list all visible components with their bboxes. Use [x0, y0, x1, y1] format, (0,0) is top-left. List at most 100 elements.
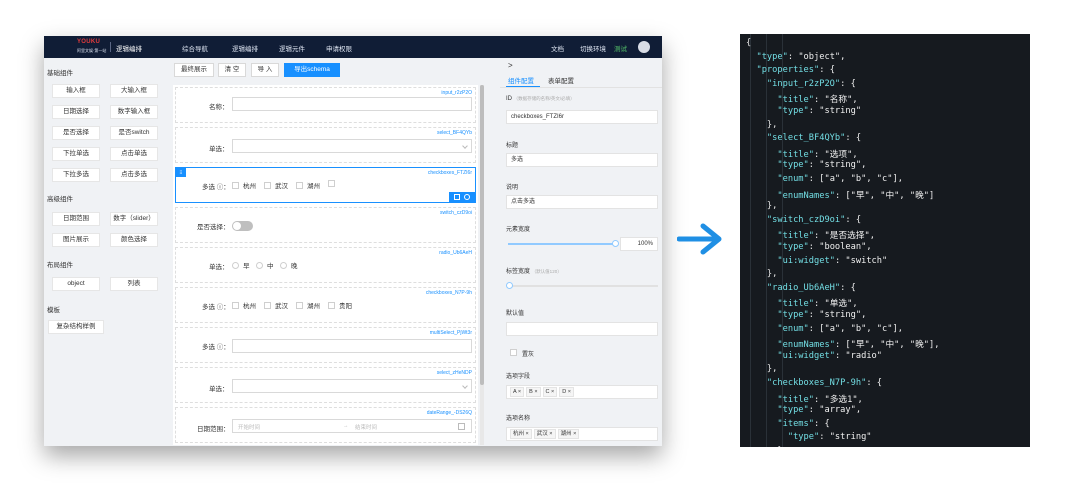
export-schema-button[interactable]: 导出schema	[284, 63, 340, 77]
component-item[interactable]: 数字输入框	[110, 105, 158, 119]
select-dropdown[interactable]	[232, 379, 472, 393]
logo-text: YOUKU	[77, 39, 101, 45]
nav-item-logic[interactable]: 逻辑编排	[232, 43, 258, 53]
radio-option[interactable]: 晚	[280, 260, 298, 270]
description-input[interactable]: 点击多选	[506, 195, 658, 209]
option-tag[interactable]: B ×	[526, 387, 541, 397]
width-value[interactable]: 100%	[620, 237, 658, 251]
nav-item-overview[interactable]: 综合导航	[182, 43, 208, 53]
tab-component-config[interactable]: 组件配置	[508, 75, 534, 85]
switch-toggle[interactable]	[232, 221, 253, 231]
docs-link[interactable]: 文档	[551, 43, 564, 53]
group-title-advanced: 高级组件	[47, 196, 73, 203]
option-tag[interactable]: D ×	[559, 387, 575, 397]
component-item[interactable]: 点击单选	[110, 147, 158, 161]
component-item[interactable]: 下拉单选	[52, 147, 100, 161]
title-label: 标题	[506, 143, 519, 149]
scrollbar-thumb[interactable]	[480, 85, 484, 385]
component-item[interactable]: 下拉多选	[52, 168, 100, 182]
component-item[interactable]: 列表	[110, 277, 158, 291]
tag-label: 武汉	[536, 431, 548, 437]
component-item[interactable]: 点击多选	[110, 168, 158, 182]
default-value-input[interactable]	[506, 322, 658, 336]
config-panel: > 组件配置 表单配置 ID （数据存储的名称/英文/必填） checkboxe…	[500, 58, 662, 446]
name-tag[interactable]: 湖州 ×	[557, 429, 580, 439]
nav-item-elements[interactable]: 逻辑元件	[279, 43, 305, 53]
label-width-slider-handle[interactable]	[506, 282, 513, 289]
component-item[interactable]: 输入框	[52, 84, 100, 98]
collapse-icon[interactable]: >	[508, 61, 513, 70]
component-item[interactable]: 是否选择	[52, 126, 100, 140]
disabled-checkbox[interactable]	[510, 349, 517, 356]
width-slider-handle[interactable]	[612, 240, 619, 247]
form-item-card[interactable]: select_BF4QYb 单选：	[175, 127, 476, 163]
form-item-card[interactable]: multiSelect_PjWt3r 多选 ⓘ：	[175, 327, 476, 363]
form-item-card-selected[interactable]: ⠿ checkboxes_FTZI6r 多选 ⓘ： 杭州 武汉 湖州	[175, 167, 476, 203]
component-item[interactable]: 复杂结构样例	[48, 320, 104, 334]
text-input[interactable]	[232, 97, 472, 111]
checkbox-option[interactable]: 湖州	[296, 180, 320, 190]
nav-item-permission[interactable]: 申请权限	[326, 43, 352, 53]
drag-handle-icon[interactable]: ⠿	[176, 168, 186, 177]
form-item-card[interactable]: switch_czD9oi 是否选择：	[175, 207, 476, 243]
checkbox-option[interactable]: 湖州	[296, 300, 320, 310]
form-item-card[interactable]: dateRange_-DS26Q 日期范围： 开始时间 → 结束时间	[175, 407, 476, 443]
component-item[interactable]: 日期选择	[52, 105, 100, 119]
component-item[interactable]: 颜色选择	[110, 233, 158, 247]
option-label: 杭州	[243, 183, 256, 190]
title-input[interactable]: 多选	[506, 153, 658, 167]
form-item-card[interactable]: checkboxes_N7P-9h 多选 ⓘ： 杭州 武汉 湖州 贵阳	[175, 287, 476, 323]
label-width-slider-track[interactable]	[508, 285, 658, 287]
radio-option[interactable]: 早	[232, 260, 250, 270]
option-tag[interactable]: C ×	[542, 387, 558, 397]
options-tags-input[interactable]: A × B × C × D ×	[506, 385, 658, 399]
code-line: },	[746, 119, 778, 130]
tag-label: C	[545, 389, 550, 395]
name-tag[interactable]: 杭州 ×	[510, 429, 532, 439]
field-key: radio_Ub6AeH	[439, 250, 472, 256]
option-label: 中	[267, 263, 274, 270]
id-input[interactable]: checkboxes_FTZI6r	[506, 110, 658, 124]
radio-option[interactable]: 中	[256, 260, 274, 270]
option-names-tags-input[interactable]: 杭州 × 武汉 × 湖州 ×	[506, 427, 658, 441]
checkbox-option[interactable]: 武汉	[264, 300, 288, 310]
field-key: select_zHeNDP	[436, 370, 472, 376]
preview-button[interactable]: 最终展示	[174, 63, 214, 77]
component-item[interactable]: 数字（slider）	[110, 212, 158, 226]
component-item[interactable]: 是否switch	[110, 126, 158, 140]
tab-form-config[interactable]: 表单配置	[548, 75, 574, 85]
checkbox-option[interactable]: 杭州	[232, 180, 256, 190]
field-label: 是否选择：	[197, 224, 230, 231]
select-dropdown[interactable]	[232, 139, 472, 153]
checkbox-option[interactable]: 杭州	[232, 300, 256, 310]
avatar[interactable]	[638, 41, 650, 53]
option-tag[interactable]: A ×	[510, 387, 525, 397]
switch-env-link[interactable]: 切换环境	[580, 43, 606, 53]
calendar-icon	[458, 423, 465, 430]
multi-select-input[interactable]	[232, 339, 472, 353]
copy-icon[interactable]	[454, 194, 460, 200]
component-item[interactable]: 图片展示	[52, 233, 100, 247]
checkbox-option[interactable]: 贵阳	[328, 300, 352, 310]
top-nav-bar: YOUKU 阿里文娱·第一站 逻辑编排 综合导航 逻辑编排 逻辑元件 申请权限 …	[44, 36, 662, 58]
checkbox-option[interactable]	[328, 180, 339, 188]
label-width-text: 标签宽度	[506, 269, 531, 275]
form-item-card[interactable]: input_r2zP2O 名称：	[175, 87, 476, 123]
code-line: "type": "string",	[777, 160, 867, 171]
checkbox-option[interactable]: 武汉	[264, 180, 288, 190]
component-item[interactable]: object	[52, 277, 100, 291]
radio-icon	[232, 262, 239, 269]
form-item-card[interactable]: select_zHeNDP 单选：	[175, 367, 476, 403]
delete-icon[interactable]	[464, 194, 470, 200]
name-tag[interactable]: 武汉 ×	[533, 429, 556, 439]
component-item[interactable]: 日期范围	[52, 212, 100, 226]
form-item-card[interactable]: radio_Ub6AeH 单选： 早 中 晚	[175, 247, 476, 283]
logo[interactable]: YOUKU 阿里文娱·第一站	[77, 39, 109, 55]
date-range-picker[interactable]: 开始时间 → 结束时间	[232, 419, 472, 433]
import-button[interactable]: 导 入	[251, 63, 279, 77]
width-slider-track[interactable]	[508, 243, 614, 245]
canvas-scrollbar[interactable]	[480, 85, 484, 445]
app-window: YOUKU 阿里文娱·第一站 逻辑编排 综合导航 逻辑编排 逻辑元件 申请权限 …	[44, 36, 662, 446]
clear-button[interactable]: 清 空	[218, 63, 246, 77]
component-item[interactable]: 大输入框	[110, 84, 158, 98]
